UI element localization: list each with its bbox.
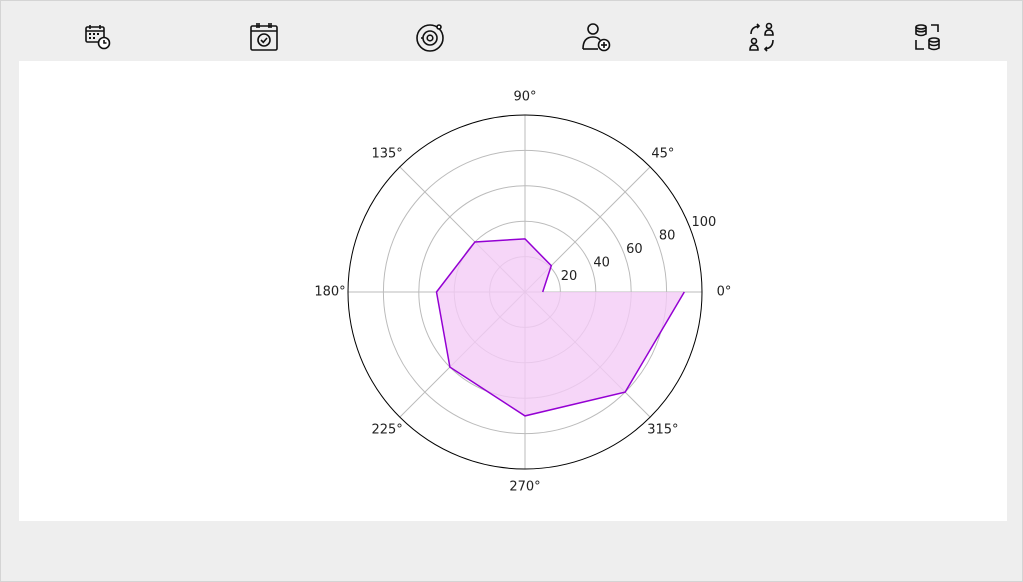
- theta-tick-label: 90°: [513, 90, 536, 105]
- r-tick-label: 20: [561, 269, 578, 284]
- toolbar: [0, 0, 1023, 62]
- calendar-clock-icon[interactable]: [81, 20, 115, 54]
- r-tick-label: 100: [692, 215, 717, 230]
- r-tick-label: 60: [626, 242, 643, 257]
- theta-tick-label: 270°: [509, 480, 540, 495]
- theta-tick-label: 45°: [651, 147, 674, 162]
- theta-tick-label: 135°: [371, 147, 402, 162]
- user-swap-icon[interactable]: [745, 20, 779, 54]
- series-area: [436, 238, 685, 416]
- calendar-check-icon[interactable]: [247, 20, 281, 54]
- theta-tick-label: 225°: [371, 422, 402, 437]
- user-add-icon[interactable]: [579, 20, 613, 54]
- theta-tick-label: 0°: [717, 285, 732, 300]
- polar-chart: 0° 45° 90° 135° 180° 225° 270° 315° 20 40 60 80 100: [314, 90, 732, 495]
- r-tick-label: 80: [659, 228, 676, 243]
- theta-tick-label: 180°: [314, 285, 345, 300]
- database-sync-icon[interactable]: [911, 20, 945, 54]
- r-tick-label: 40: [593, 255, 610, 270]
- chart-panel: 0° 45° 90° 135° 180° 225° 270° 315° 20 40 60 80 100: [19, 61, 1007, 521]
- disc-target-icon[interactable]: [413, 20, 447, 54]
- theta-tick-label: 315°: [647, 422, 678, 437]
